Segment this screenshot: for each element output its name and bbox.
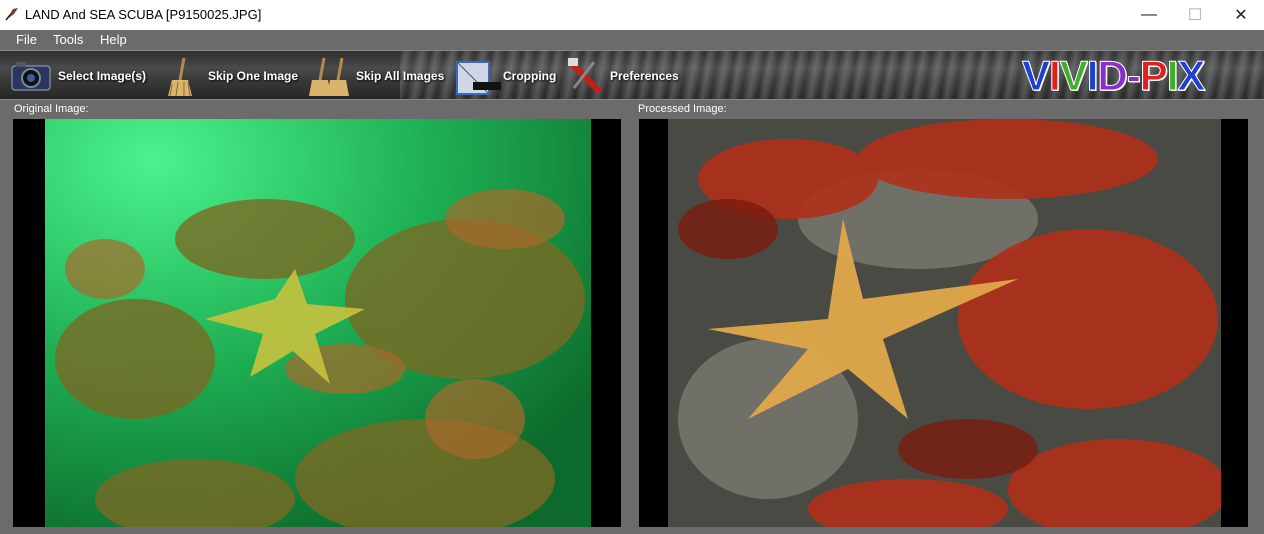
skip-one-image-button[interactable]: Skip One Image — [160, 51, 299, 99]
app-icon — [5, 8, 18, 21]
select-images-label: Select Image(s) — [58, 69, 147, 83]
close-button[interactable]: ✕ — [1218, 0, 1264, 30]
processed-image-panel — [639, 119, 1248, 527]
skip-one-image-label: Skip One Image — [208, 69, 299, 83]
tools-icon — [567, 58, 603, 95]
skip-all-images-button[interactable]: Skip All Images — [306, 51, 445, 99]
cropping-label: Cropping — [503, 69, 557, 83]
broom-icon — [168, 57, 192, 97]
brooms-icon — [309, 57, 349, 96]
cropping-button[interactable]: Cropping — [453, 51, 557, 99]
maximize-button[interactable]: ☐ — [1172, 0, 1218, 30]
skip-all-images-label: Skip All Images — [356, 69, 445, 83]
crop-icon — [456, 61, 501, 95]
processed-image — [668, 119, 1221, 527]
processed-image-label: Processed Image: — [638, 103, 727, 115]
logo-letter: V — [1059, 52, 1088, 99]
logo-letter: V — [1021, 52, 1050, 99]
original-image-label: Original Image: — [14, 103, 89, 115]
original-image — [45, 119, 591, 527]
menu-help[interactable]: Help — [100, 32, 127, 47]
select-images-button[interactable]: Select Image(s) — [6, 51, 147, 99]
logo-letter: P — [1139, 52, 1168, 99]
vivid-pix-logo: VIVID-PIX — [1021, 52, 1206, 99]
logo-letter: I — [1086, 52, 1099, 99]
logo-letter: I — [1049, 52, 1062, 99]
camera-icon — [11, 62, 51, 91]
original-image-panel — [13, 119, 621, 527]
minimize-button[interactable]: — — [1126, 0, 1172, 30]
logo-letter: I — [1166, 52, 1179, 99]
preferences-label: Preferences — [610, 69, 679, 83]
title-bar: LAND And SEA SCUBA [P9150025.JPG] — ☐ ✕ — [0, 0, 1264, 30]
menu-file[interactable]: File — [16, 32, 37, 47]
menu-bar: File Tools Help — [0, 30, 1264, 50]
menu-tools[interactable]: Tools — [53, 32, 83, 47]
logo-letter: D — [1097, 52, 1128, 99]
preferences-button[interactable]: Preferences — [560, 51, 679, 99]
logo-letter: X — [1177, 52, 1206, 99]
toolbar: Select Image(s) Skip One Image Skip All … — [0, 50, 1264, 100]
window-title: LAND And SEA SCUBA [P9150025.JPG] — [25, 7, 262, 22]
